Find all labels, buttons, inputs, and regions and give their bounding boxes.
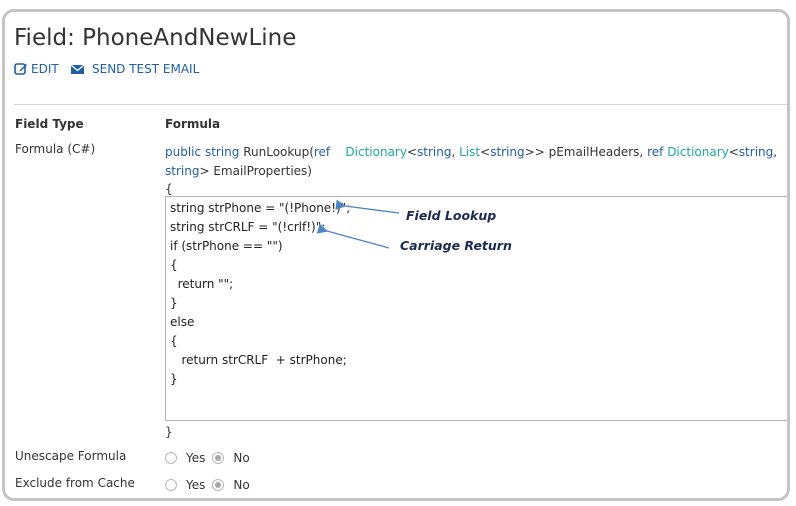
code-line: } <box>170 372 178 386</box>
carriage-return-arrow <box>316 223 390 249</box>
unescape-no-label: No <box>233 451 250 465</box>
field-detail-panel: Field: PhoneAndNewLine EDIT SEND TEST EM… <box>2 9 790 501</box>
unescape-no-radio[interactable] <box>212 452 225 464</box>
unescape-formula-options: Yes No <box>165 450 257 466</box>
exclude-no-label: No <box>233 478 250 492</box>
carriage-return-annotation: Carriage Return <box>400 238 512 253</box>
unescape-yes-radio[interactable] <box>165 452 177 464</box>
exclude-from-cache-label: Exclude from Cache <box>15 476 135 490</box>
close-brace: } <box>165 425 173 439</box>
exclude-yes-radio[interactable] <box>165 479 177 491</box>
unescape-yes-label: Yes <box>186 451 206 465</box>
code-line: return strCRLF + strPhone; <box>170 353 347 367</box>
exclude-yes-label: Yes <box>186 478 206 492</box>
code-line: else <box>170 315 195 329</box>
exclude-no-radio[interactable] <box>212 479 225 491</box>
field-lookup-annotation: Field Lookup <box>406 208 497 223</box>
unescape-formula-label: Unescape Formula <box>15 449 127 463</box>
code-line: { <box>170 334 178 348</box>
annotation-arrows <box>316 199 400 249</box>
exclude-from-cache-options: Yes No <box>165 477 257 493</box>
field-lookup-arrow <box>335 199 400 214</box>
